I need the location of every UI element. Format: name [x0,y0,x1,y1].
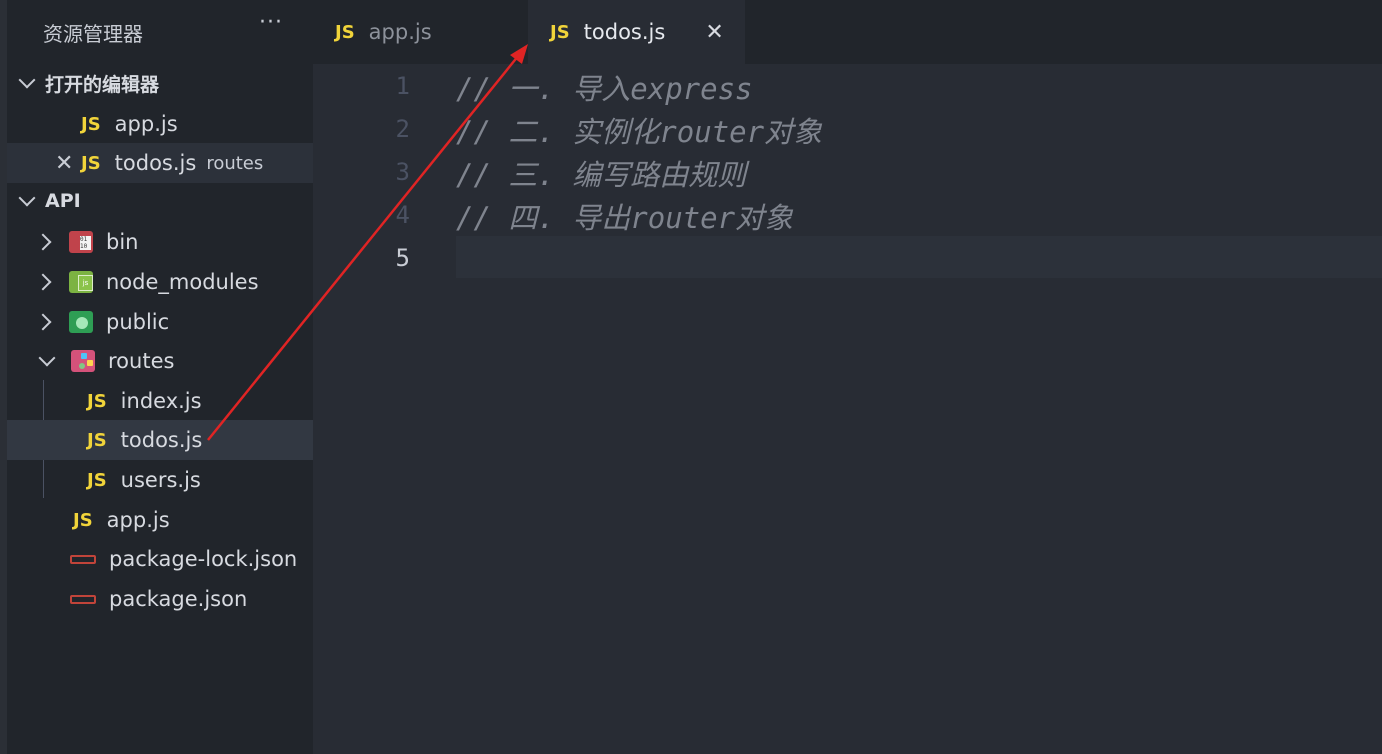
tree-item-label: app.js [106,508,170,532]
code-line: // 二. 实例化router对象 [456,115,823,149]
tab-app-js[interactable]: JS app.js [313,0,528,64]
js-file-icon: JS [73,509,93,531]
current-line-highlight [456,236,1382,278]
tree-item-label: package-lock.json [109,547,298,571]
line-number: 4 [395,201,410,229]
open-editor-folder-desc: routes [206,152,264,174]
project-header[interactable]: API [7,182,313,220]
close-tab-icon[interactable]: ✕ [705,20,723,45]
tree-item-label: todos.js [120,428,203,452]
chevron-down-icon [18,189,36,207]
js-file-icon: JS [87,429,107,451]
explorer-sidebar: 资源管理器 ··· 打开的编辑器 JS app.js ✕ JS todos.js… [0,0,313,754]
js-file-icon: JS [87,469,107,491]
chevron-down-icon [18,71,36,89]
tree-folder-public[interactable]: public [7,302,313,342]
tree-folder-node-modules[interactable]: js node_modules [7,262,313,302]
tree-file-index-js[interactable]: JS index.js [7,381,313,421]
tree-folder-routes[interactable]: routes [7,341,313,381]
js-file-icon: JS [81,113,101,135]
tab-todos-js[interactable]: JS todos.js ✕ [528,0,745,64]
line-number: 1 [395,72,410,100]
js-file-icon: JS [87,390,107,412]
open-editor-todos-js[interactable]: ✕ JS todos.js routes [7,143,313,183]
folder-routes-icon [71,350,95,372]
folder-public-icon [69,311,93,333]
tree-item-label: public [106,310,170,334]
tree-file-todos-js[interactable]: JS todos.js [7,420,313,460]
open-editors-header[interactable]: 打开的编辑器 [7,64,313,102]
js-file-icon: JS [81,152,101,174]
tree-folder-bin[interactable]: 01 10 bin [7,222,313,262]
tree-item-label: users.js [120,468,201,492]
tab-label: app.js [368,20,432,44]
npm-icon [70,554,96,564]
tree-item-label: index.js [120,389,202,413]
line-number: 2 [395,115,410,143]
project-label: API [45,190,81,212]
line-number: 3 [395,158,410,186]
open-editor-filename: app.js [114,112,178,136]
code-line: // 三. 编写路由规则 [456,158,747,192]
open-editors-label: 打开的编辑器 [45,73,160,96]
chevron-right-icon [34,273,52,291]
editor-tab-bar: JS app.js JS todos.js ✕ [313,0,1382,64]
folder-node-icon: js [69,271,93,293]
npm-icon [70,594,96,604]
line-number: 5 [395,244,410,272]
chevron-down-icon [38,349,56,367]
js-file-icon: JS [550,21,570,43]
js-file-icon: JS [335,21,355,43]
chevron-right-icon [34,313,52,331]
code-line: // 一. 导入express [456,72,753,106]
tree-file-app-js[interactable]: JS app.js [7,500,313,540]
tab-label: todos.js [583,20,666,44]
open-editor-filename: todos.js [114,151,197,175]
tree-file-package-json[interactable]: package.json [7,579,313,619]
close-icon[interactable]: ✕ [55,151,73,176]
tree-file-users-js[interactable]: JS users.js [7,460,313,500]
more-actions-icon[interactable]: ··· [259,10,283,35]
tree-file-package-lock-json[interactable]: package-lock.json [7,539,313,579]
explorer-title: 资源管理器 [43,22,143,46]
tree-item-label: routes [108,349,175,373]
code-line: // 四. 导出router对象 [456,201,794,235]
code-editor[interactable]: 1 2 3 4 5 // 一. 导入express // 二. 实例化route… [313,64,1382,754]
tree-item-label: package.json [109,587,248,611]
open-editor-app-js[interactable]: JS app.js [7,104,313,144]
tree-item-label: bin [106,230,139,254]
folder-bin-icon: 01 10 [69,231,93,253]
tree-item-label: node_modules [106,270,259,294]
chevron-right-icon [34,233,52,251]
